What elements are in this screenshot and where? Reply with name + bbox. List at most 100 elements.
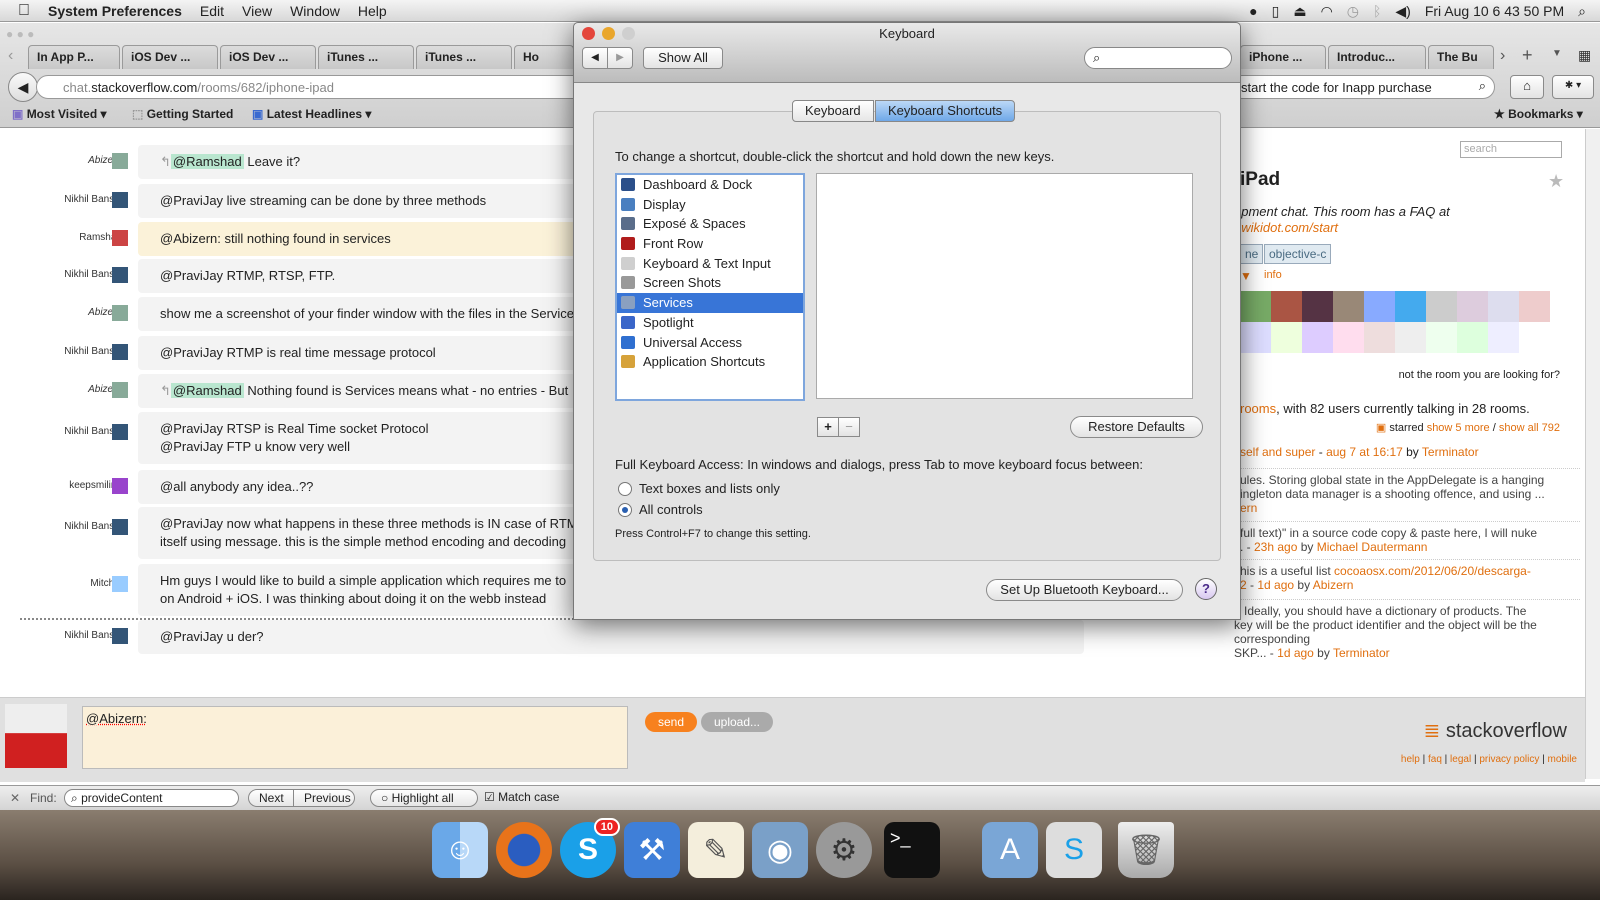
shortcut-category-list[interactable]: Dashboard & Dock Display Exposé & Spaces Fr… xyxy=(615,173,805,401)
message-author[interactable]: keepsmiling xyxy=(2,480,122,491)
upload-button[interactable]: upload... xyxy=(701,712,773,732)
radio-text-boxes[interactable] xyxy=(618,482,632,496)
footer-legal-link[interactable]: legal xyxy=(1450,754,1471,765)
author-avatar[interactable] xyxy=(112,576,128,592)
apple-icon[interactable]:  xyxy=(0,2,39,20)
spotlight-icon[interactable]: ⌕ xyxy=(1578,3,1586,20)
footer-mobile-link[interactable]: mobile xyxy=(1548,754,1577,765)
search-input[interactable]: start the code for Inapp purchase ⌕ xyxy=(1230,75,1495,99)
eject-icon[interactable]: ⏏ xyxy=(1293,3,1306,20)
show-more-link[interactable]: show 5 more xyxy=(1427,422,1490,434)
message-author[interactable]: Nikhil Bansal xyxy=(2,346,122,357)
chat-message-input[interactable]: @Abizern: xyxy=(82,706,628,769)
add-shortcut-button[interactable]: + xyxy=(817,417,839,437)
user-avatar[interactable] xyxy=(1395,291,1426,322)
category-item[interactable]: Universal Access xyxy=(617,333,803,353)
send-button[interactable]: send xyxy=(645,712,697,732)
sidebar-search-input[interactable]: search xyxy=(1460,141,1562,158)
message-author[interactable]: Nikhil Bansal xyxy=(2,521,122,532)
message-author[interactable]: Ramshad xyxy=(2,232,122,243)
xcode-icon[interactable]: ⚒ xyxy=(624,822,680,878)
bookmark-latest-headlines[interactable]: ▣ Latest Headlines ▾ xyxy=(252,107,371,121)
message-author[interactable]: Abizern xyxy=(2,155,122,166)
author-avatar[interactable] xyxy=(112,519,128,535)
user-avatar[interactable] xyxy=(1519,322,1550,353)
message-author[interactable]: Abizern xyxy=(2,307,122,318)
preview-icon[interactable]: ◉ xyxy=(752,822,808,878)
browser-tab[interactable]: The Bu xyxy=(1428,45,1494,69)
message-author[interactable]: Nikhil Bansal xyxy=(2,426,122,437)
window-controls[interactable]: ● ● ● xyxy=(6,27,34,41)
user-avatar[interactable] xyxy=(1457,322,1488,353)
show-all-link[interactable]: show all 792 xyxy=(1499,422,1560,434)
user-avatar[interactable] xyxy=(1271,291,1302,322)
category-item[interactable]: Dashboard & Dock xyxy=(617,175,803,195)
category-item[interactable]: Screen Shots xyxy=(617,273,803,293)
user-avatar[interactable] xyxy=(1333,322,1364,353)
restore-defaults-button[interactable]: Restore Defaults xyxy=(1070,416,1203,438)
back-button[interactable]: ◀ xyxy=(8,72,38,102)
mention[interactable]: @Ramshad xyxy=(170,383,244,398)
author-avatar[interactable] xyxy=(112,230,128,246)
skype-icon[interactable]: S 10 xyxy=(560,818,620,878)
mention[interactable]: @Ramshad xyxy=(170,154,244,169)
clock[interactable]: Fri Aug 10 6 43 50 PM xyxy=(1425,3,1564,19)
author-avatar[interactable] xyxy=(112,478,128,494)
textedit-icon[interactable]: ✎ xyxy=(688,822,744,878)
help-button[interactable]: ? xyxy=(1195,578,1217,600)
firefox-icon[interactable] xyxy=(496,822,552,878)
browser-tab[interactable]: iPhone ... xyxy=(1240,45,1326,69)
reply-icon[interactable]: ↰ xyxy=(160,154,171,169)
menu-window[interactable]: Window xyxy=(281,3,349,19)
user-avatar[interactable] xyxy=(1364,322,1395,353)
footer-help-link[interactable]: help xyxy=(1401,754,1420,765)
show-all-button[interactable]: Show All xyxy=(643,47,723,69)
trash-icon[interactable]: 🗑 xyxy=(1118,822,1174,878)
tab-keyboard[interactable]: Keyboard xyxy=(792,100,874,122)
radio-all-controls[interactable] xyxy=(618,503,632,517)
star-icon[interactable]: ★ xyxy=(1548,171,1564,192)
browser-tab[interactable]: iOS Dev ... xyxy=(220,45,316,69)
time-machine-icon[interactable]: ◷ xyxy=(1347,3,1359,20)
author-avatar[interactable] xyxy=(112,382,128,398)
menu-toggle-icon[interactable]: ▼ xyxy=(1240,269,1252,283)
shortcut-detail-list[interactable] xyxy=(816,173,1193,399)
tab-scroll-left-icon[interactable]: ‹ xyxy=(8,47,13,65)
find-input[interactable]: ⌕ provideContent xyxy=(64,789,239,807)
tab-keyboard-shortcuts[interactable]: Keyboard Shortcuts xyxy=(875,100,1016,122)
forward-button[interactable]: ▶ xyxy=(607,47,633,69)
system-preferences-icon[interactable]: ⚙ xyxy=(816,822,872,878)
menu-edit[interactable]: Edit xyxy=(191,3,233,19)
category-item[interactable]: Exposé & Spaces xyxy=(617,214,803,234)
remove-shortcut-button[interactable]: − xyxy=(838,417,860,437)
author-avatar[interactable] xyxy=(112,192,128,208)
author-avatar[interactable] xyxy=(112,424,128,440)
page-scrollbar[interactable] xyxy=(1585,129,1600,779)
tab-list-icon[interactable]: ▼ xyxy=(1552,48,1562,59)
footer-privacy-link[interactable]: privacy policy xyxy=(1479,754,1539,765)
user-avatar[interactable] xyxy=(1519,291,1550,322)
new-tab-icon[interactable]: + xyxy=(1522,45,1533,66)
downloads-stack-icon[interactable]: S xyxy=(1046,822,1102,878)
browser-tab[interactable]: iTunes ... xyxy=(416,45,512,69)
user-avatar[interactable] xyxy=(1426,291,1457,322)
browser-tab[interactable]: iTunes ... xyxy=(318,45,414,69)
home-button[interactable]: ⌂ xyxy=(1510,75,1544,99)
user-avatar[interactable] xyxy=(1302,322,1333,353)
tag[interactable]: ne xyxy=(1240,244,1264,264)
terminal-icon[interactable]: >_ xyxy=(884,822,940,878)
author-avatar[interactable] xyxy=(112,153,128,169)
match-case-checkbox[interactable]: ☑ Match case xyxy=(484,790,559,804)
footer-faq-link[interactable]: faq xyxy=(1428,754,1442,765)
skype-status-icon[interactable]: ● xyxy=(1249,3,1257,19)
user-avatar[interactable] xyxy=(1333,291,1364,322)
author-avatar[interactable] xyxy=(112,305,128,321)
message-author[interactable]: Nikhil Bansal xyxy=(2,194,122,205)
author-avatar[interactable] xyxy=(112,344,128,360)
find-next-button[interactable]: Next xyxy=(248,789,294,807)
message-author[interactable]: Mitchel xyxy=(2,578,122,589)
menu-view[interactable]: View xyxy=(233,3,281,19)
wifi-icon[interactable]: ◠ xyxy=(1321,3,1333,20)
user-avatar[interactable] xyxy=(1488,322,1519,353)
volume-icon[interactable]: ◀) xyxy=(1395,3,1410,20)
